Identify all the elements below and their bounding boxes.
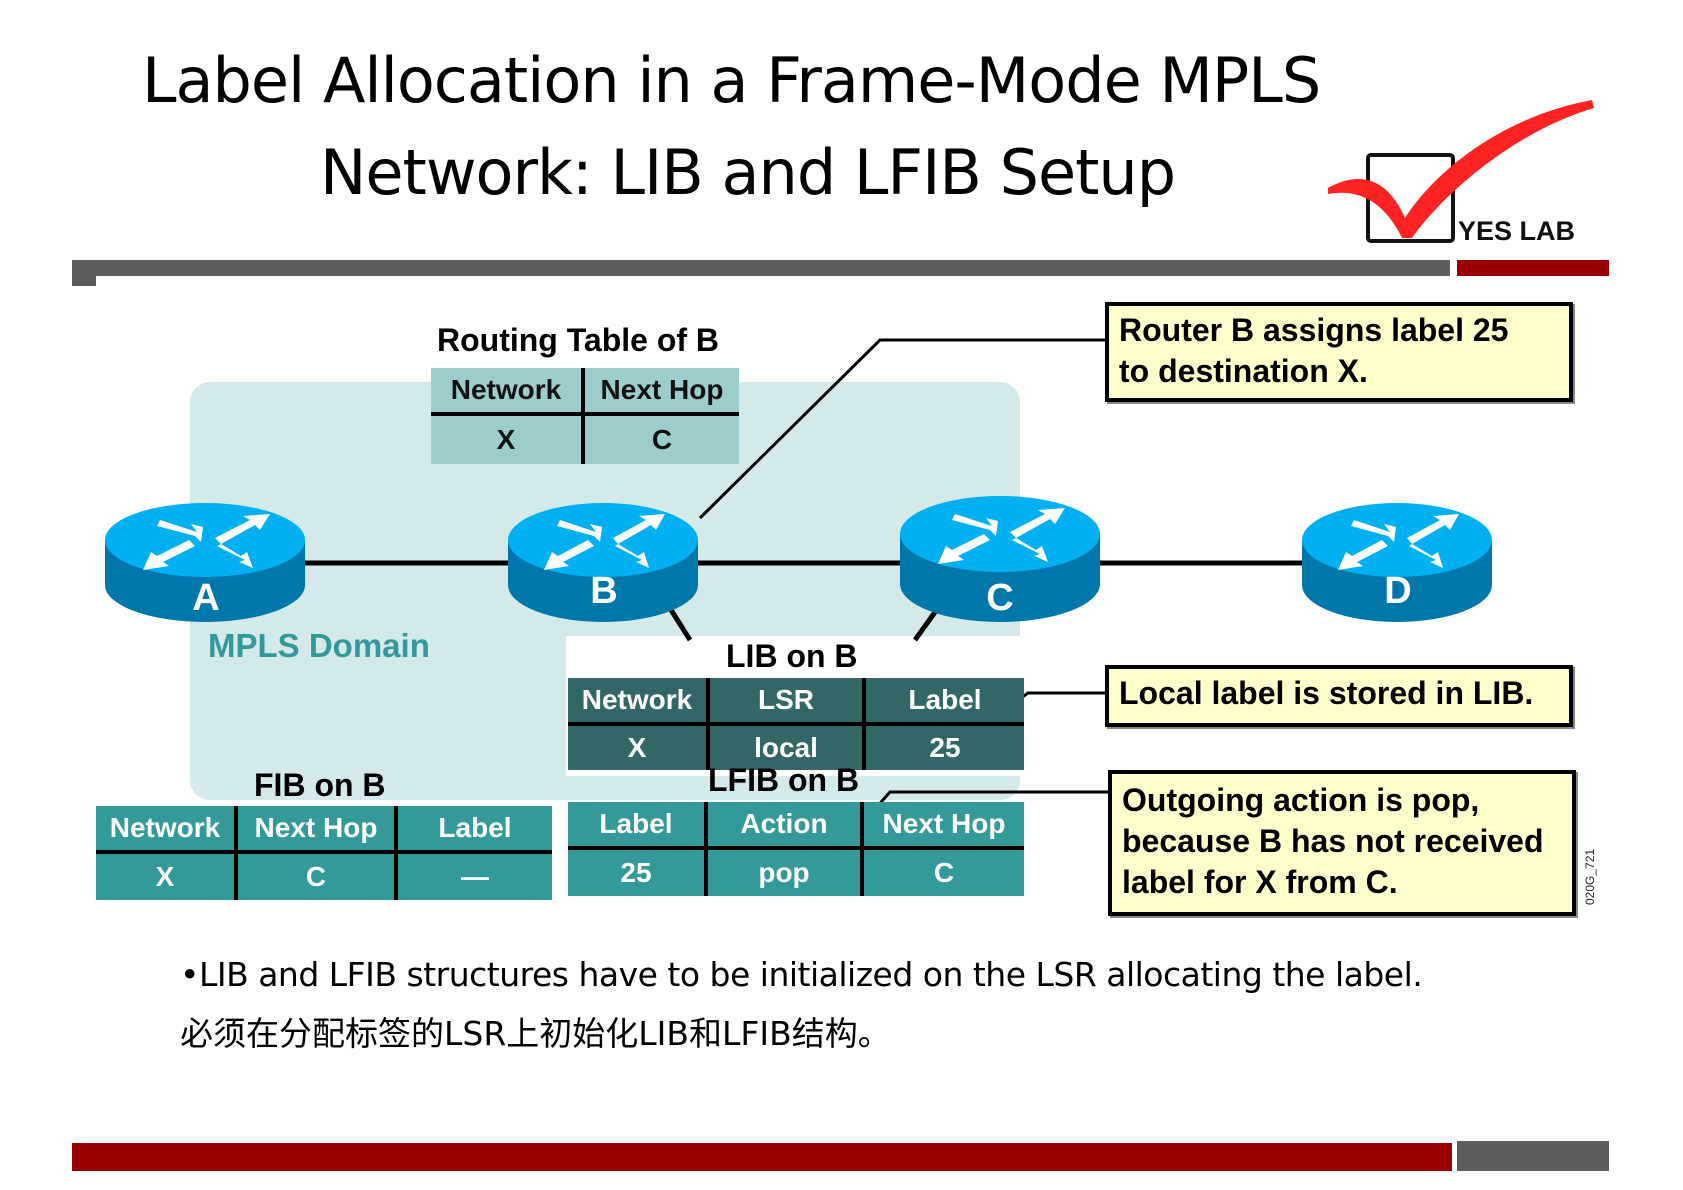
column-header: Next Hop: [860, 802, 1024, 850]
table-row: 25 pop C: [568, 848, 1024, 896]
column-header: Action: [704, 802, 862, 850]
column-header: Next Hop: [234, 806, 396, 854]
table-cell: pop: [704, 848, 862, 896]
table-cell: X: [568, 724, 708, 770]
router-d-label: D: [1384, 570, 1412, 612]
table-cell: C: [860, 848, 1024, 896]
bullet-text: •LIB and LFIB structures have to be init…: [180, 955, 1423, 994]
table-cell: 25: [862, 724, 1024, 770]
callout-text: label for X from C.: [1122, 864, 1398, 900]
column-header: Label: [394, 806, 552, 854]
fib-title: FIB on B: [254, 767, 386, 803]
table-cell: 25: [568, 848, 706, 896]
routing-table: Network Next Hop X C: [431, 368, 739, 464]
router-a-label: A: [192, 577, 220, 619]
footer-bar-gray: [1457, 1141, 1609, 1171]
callout-label-assignment: Router B assigns label 25 to destination…: [1105, 302, 1573, 402]
table-cell: X: [431, 414, 583, 464]
table-cell: X: [96, 852, 236, 900]
column-header: Network: [568, 678, 708, 726]
link-c-lib: [912, 606, 941, 642]
column-header: Network: [431, 368, 583, 416]
callout-text: Router B assigns label 25: [1119, 312, 1509, 348]
callout-text: Outgoing action is pop,: [1122, 782, 1480, 818]
table-cell: —: [394, 852, 552, 900]
callout-local-label: Local label is stored in LIB.: [1105, 665, 1573, 727]
lfib-title: LFIB on B: [708, 762, 860, 798]
fib-table: Network Next Hop Label X C —: [96, 806, 552, 900]
routing-table-title: Routing Table of B: [437, 322, 720, 358]
table-cell: C: [581, 414, 739, 464]
table-header-row: Label Action Next Hop: [568, 802, 1024, 850]
column-header: Network: [96, 806, 236, 854]
callout-text: Local label is stored in LIB.: [1119, 675, 1534, 711]
router-c-label: C: [986, 577, 1014, 619]
column-header: Label: [862, 678, 1024, 726]
table-row: X C —: [96, 852, 552, 900]
table-header-row: Network Next Hop: [431, 368, 739, 416]
callout-pop-action: Outgoing action is pop, because B has no…: [1108, 770, 1576, 916]
lib-title: LIB on B: [726, 638, 858, 674]
callout-1-leader: [698, 338, 1105, 520]
footer-bar-red: [72, 1143, 1452, 1171]
callout-text: because B has not received: [1122, 823, 1544, 859]
mpls-domain-label: MPLS Domain: [208, 627, 430, 664]
table-header-row: Network LSR Label: [568, 678, 1024, 726]
lfib-table: Label Action Next Hop 25 pop C: [568, 802, 1024, 896]
column-header: Next Hop: [581, 368, 739, 416]
column-header: Label: [568, 802, 706, 850]
figure-id: 020G_721: [1583, 848, 1597, 905]
table-cell: C: [234, 852, 396, 900]
table-header-row: Network Next Hop Label: [96, 806, 552, 854]
callout-text: to destination X.: [1119, 353, 1368, 389]
table-row: X C: [431, 414, 739, 464]
column-header: LSR: [706, 678, 864, 726]
lib-table: Network LSR Label X local 25: [568, 678, 1024, 770]
chinese-text: 必须在分配标签的LSR上初始化LIB和LFIB结构。: [180, 1014, 891, 1053]
router-b-label: B: [590, 570, 618, 612]
